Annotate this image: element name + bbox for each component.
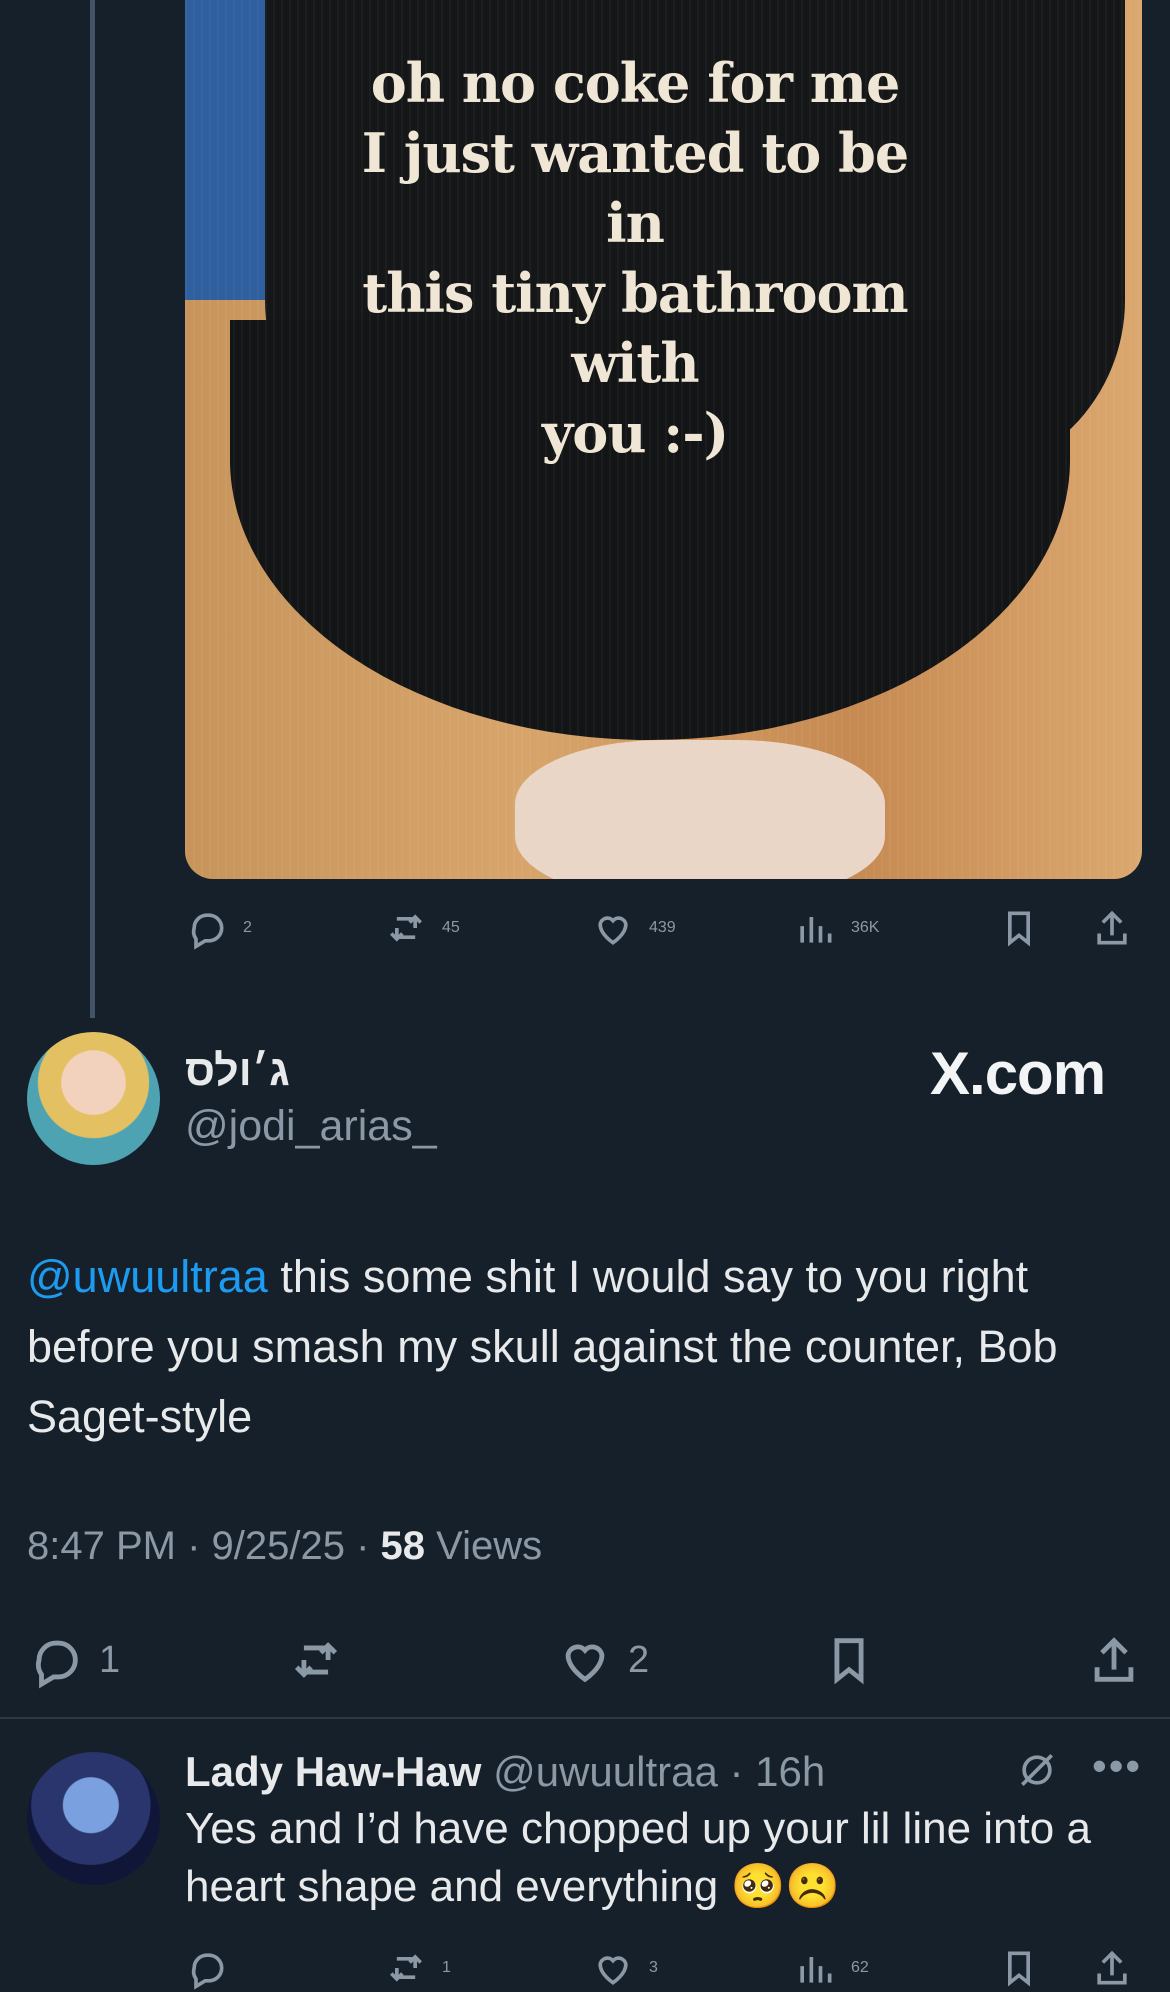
like-button[interactable]: 3 <box>591 1946 658 1990</box>
like-count: 439 <box>649 919 676 936</box>
views-button[interactable]: 36K <box>793 906 879 950</box>
views-label: Views <box>425 1524 543 1568</box>
bookmark-button[interactable] <box>997 906 1041 950</box>
heart-icon <box>598 916 628 945</box>
share-icon <box>1094 1637 1134 1682</box>
user-handle[interactable]: @jodi_arias_ <box>185 1102 437 1151</box>
reply-icon <box>36 1640 78 1689</box>
reply-icon <box>191 913 224 950</box>
share-icon <box>1097 1950 1127 1985</box>
share-button[interactable] <box>1090 1946 1134 1990</box>
like-count: 3 <box>649 1959 658 1976</box>
tweet-meta: 8:47 PM · 9/25/25 · 58 Views <box>27 1524 542 1569</box>
repost-button[interactable]: 45 <box>384 906 460 950</box>
x-com-watermark: X.com <box>930 1040 1106 1107</box>
user-handle[interactable]: @uwuultraa <box>493 1748 718 1795</box>
bookmark-icon <box>834 1638 864 1685</box>
share-icon <box>1097 910 1127 945</box>
mention-link[interactable]: @uwuultraa <box>27 1251 268 1302</box>
display-name[interactable]: Lady Haw-Haw <box>185 1748 481 1795</box>
timestamp[interactable]: · 16h <box>718 1748 825 1795</box>
reply-icon <box>191 1953 224 1990</box>
reply-count: 2 <box>243 919 252 936</box>
view-count: 36K <box>851 919 880 936</box>
avatar[interactable] <box>27 1752 160 1885</box>
bookmark-button[interactable] <box>820 1631 878 1689</box>
divider <box>0 1717 1170 1719</box>
bookmark-icon <box>1008 1951 1030 1987</box>
like-count: 2 <box>628 1638 650 1681</box>
repost-button[interactable]: 1 <box>384 1946 451 1990</box>
repost-button[interactable] <box>287 1631 345 1689</box>
image-arm <box>515 740 885 879</box>
reply-count: 1 <box>99 1638 121 1681</box>
reply-header: Lady Haw-Haw @uwuultraa · 16h <box>185 1748 825 1796</box>
heart-icon <box>598 1956 628 1985</box>
timestamp[interactable]: 8:47 PM · 9/25/25 · <box>27 1524 381 1568</box>
tweet-image[interactable]: oh no coke for me I just wanted to be in… <box>185 0 1142 879</box>
views-icon <box>800 1957 832 1983</box>
avatar[interactable] <box>27 1032 160 1165</box>
views-icon <box>800 917 832 943</box>
reply-button[interactable]: 2 <box>185 906 252 950</box>
view-count: 62 <box>851 1959 869 1976</box>
more-options-button[interactable]: ••• <box>1092 1742 1142 1790</box>
reply-text: Yes and I’d have chopped up your lil lin… <box>185 1804 1091 1911</box>
tweet-text: @uwuultraa this some shit I would say to… <box>27 1242 1137 1452</box>
share-button[interactable] <box>1085 1631 1143 1689</box>
bookmark-icon <box>1008 911 1030 947</box>
views-button[interactable]: 62 <box>793 1946 869 1990</box>
display-name[interactable]: ג׳ולס <box>185 1047 290 1096</box>
more-icon: ••• <box>1092 1742 1143 1789</box>
heart-icon <box>565 1644 605 1683</box>
reply-button[interactable]: 1 <box>27 1631 120 1689</box>
repost-count: 1 <box>442 1959 451 1976</box>
share-button[interactable] <box>1090 906 1134 950</box>
reply-button[interactable] <box>185 1946 229 1990</box>
like-button[interactable]: 439 <box>591 906 676 950</box>
repost-icon <box>294 1642 338 1678</box>
grok-icon <box>1021 1754 1053 1786</box>
bookmark-button[interactable] <box>997 1946 1041 1990</box>
repost-icon <box>390 1954 422 1982</box>
grok-button[interactable] <box>1015 1748 1059 1797</box>
views-count: 58 <box>380 1524 426 1568</box>
thread-line <box>90 0 95 1018</box>
like-button[interactable]: 2 <box>556 1631 649 1689</box>
repost-icon <box>390 914 422 942</box>
cap-embroidery-text: oh no coke for me I just wanted to be in… <box>361 51 909 465</box>
repost-count: 45 <box>442 919 460 936</box>
